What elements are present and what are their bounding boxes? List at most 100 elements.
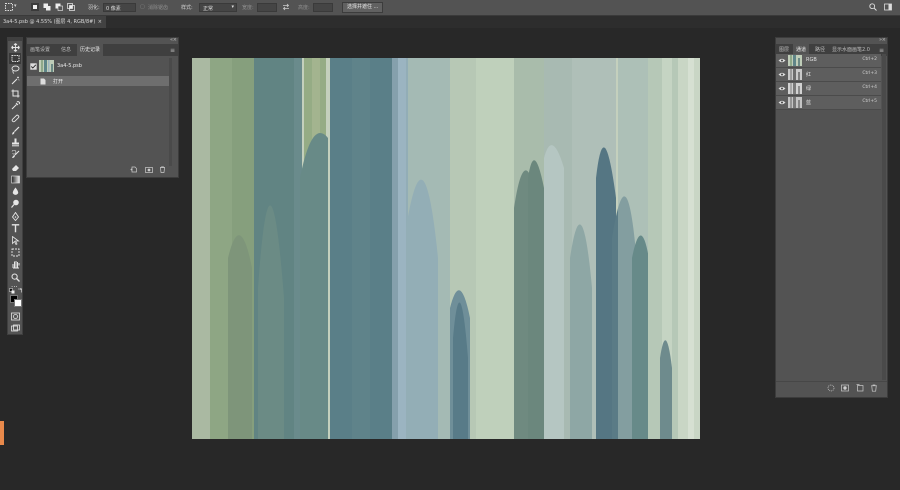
channel-row-rgb[interactable]: RGB Ctrl+2 — [776, 54, 881, 68]
healing-brush-tool-icon[interactable] — [11, 114, 20, 123]
visibility-eye-icon[interactable] — [778, 85, 786, 92]
new-selection-icon[interactable] — [31, 3, 39, 11]
channel-name: RGB — [806, 57, 817, 63]
clone-stamp-tool-icon[interactable] — [11, 138, 20, 147]
visibility-eye-icon[interactable] — [778, 71, 786, 78]
channel-name: 绿 — [806, 86, 812, 92]
intersect-selection-icon[interactable] — [67, 3, 75, 11]
swap-colors-icon[interactable] — [17, 288, 23, 294]
close-icon[interactable]: × — [98, 16, 102, 28]
trash-icon[interactable] — [159, 166, 166, 173]
pen-tool-icon[interactable] — [11, 212, 20, 221]
search-icon[interactable] — [869, 3, 877, 11]
height-label: 高度: — [298, 5, 310, 11]
camera-icon[interactable] — [145, 166, 153, 173]
select-and-mask-button[interactable]: 选择并遮住 ... — [342, 2, 384, 13]
channel-row-red[interactable]: 红 Ctrl+3 — [776, 68, 881, 82]
channel-row-blue[interactable]: 蓝 Ctrl+5 — [776, 96, 881, 110]
history-brush-tool-icon[interactable] — [11, 150, 20, 159]
visibility-eye-icon[interactable] — [778, 99, 786, 106]
tab-info[interactable]: 信息 — [58, 44, 74, 56]
tab-history[interactable]: 历史记录 — [77, 44, 104, 56]
style-select[interactable]: 正常 ▾ — [199, 3, 237, 12]
channels-panel: » × 图层 通道 路径 显示水面画笔2.0 ≡ RGB Ctrl+2 红 Ct… — [775, 37, 888, 398]
chevron-down-icon: ▾ — [231, 4, 234, 10]
marquee-tool-icon[interactable] — [11, 54, 20, 63]
eraser-tool-icon[interactable] — [11, 163, 20, 172]
channel-name: 红 — [806, 72, 812, 78]
toolbar-grip[interactable] — [8, 38, 22, 41]
channel-shortcut: Ctrl+2 — [862, 57, 877, 62]
chevron-down-icon[interactable]: ▾ — [14, 3, 17, 9]
history-snapshot-row[interactable]: 3a4-5.psb — [27, 58, 171, 75]
close-icon[interactable]: × — [882, 37, 886, 43]
shape-tool-icon[interactable] — [11, 248, 20, 257]
channel-thumbnail — [788, 83, 802, 94]
height-input[interactable] — [313, 3, 333, 12]
antialias-label: 消除锯齿 — [148, 5, 169, 11]
toolbar: ··· — [7, 37, 23, 335]
magic-wand-tool-icon[interactable] — [11, 76, 20, 85]
tab-brush-settings[interactable]: 画笔设置 — [27, 44, 53, 56]
load-channel-selection-icon[interactable] — [827, 384, 835, 392]
brush-tool-icon[interactable] — [11, 126, 20, 135]
blur-tool-icon[interactable] — [11, 187, 20, 196]
workspace-icon[interactable] — [884, 3, 892, 11]
history-panel: « × 画笔设置 信息 历史记录 ≡ 3a4-5.psb 打开 — [26, 37, 179, 178]
default-colors-icon[interactable] — [9, 288, 16, 294]
save-selection-channel-icon[interactable] — [841, 384, 849, 392]
feather-label: 羽化: — [88, 5, 100, 11]
visibility-eye-icon[interactable] — [778, 57, 786, 64]
path-selection-tool-icon[interactable] — [11, 236, 20, 245]
document-tab-bar: 3a4-5.psb @ 4.55% (图层 4, RGB/8#) × — [0, 16, 900, 28]
accent-tab — [0, 421, 4, 445]
subtract-selection-icon[interactable] — [55, 3, 63, 11]
swap-icon[interactable] — [282, 3, 290, 11]
crop-tool-icon[interactable] — [11, 89, 20, 98]
lasso-tool-icon[interactable] — [11, 65, 20, 74]
scrollbar[interactable] — [169, 58, 172, 166]
panel-menu-icon[interactable]: ≡ — [170, 47, 175, 54]
width-label: 宽度: — [242, 5, 254, 11]
panel-menu-icon[interactable]: ≡ — [879, 47, 884, 54]
add-selection-icon[interactable] — [43, 3, 51, 11]
style-label: 样式: — [181, 5, 193, 11]
channel-name: 蓝 — [806, 100, 812, 106]
channel-shortcut: Ctrl+5 — [862, 99, 877, 104]
scrollbar[interactable] — [882, 54, 886, 380]
screen-mode-icon[interactable] — [11, 324, 20, 333]
document-title: 3a4-5.psb @ 4.55% (图层 4, RGB/8#) — [3, 19, 96, 25]
snapshot-name: 3a4-5.psb — [57, 63, 82, 69]
eyedropper-tool-icon[interactable] — [11, 101, 20, 110]
new-document-from-state-icon[interactable] — [130, 166, 138, 173]
hand-tool-icon[interactable] — [11, 260, 20, 269]
dodge-tool-icon[interactable] — [11, 199, 20, 208]
document-icon — [40, 78, 46, 85]
antialias-checkbox[interactable]: ▢ — [140, 4, 145, 10]
feather-input[interactable]: 0 像素 — [103, 3, 136, 12]
channel-row-green[interactable]: 绿 Ctrl+4 — [776, 82, 881, 96]
zoom-tool-icon[interactable] — [11, 273, 20, 282]
channel-thumbnail — [788, 69, 802, 80]
channel-shortcut: Ctrl+4 — [862, 85, 877, 90]
background-color-swatch[interactable] — [14, 299, 22, 307]
new-channel-icon[interactable] — [856, 384, 864, 392]
history-step-label: 打开 — [53, 79, 64, 85]
channel-shortcut: Ctrl+3 — [862, 71, 877, 76]
document-tab[interactable]: 3a4-5.psb @ 4.55% (图层 4, RGB/8#) × — [0, 16, 106, 28]
width-input[interactable] — [257, 3, 277, 12]
marquee-preset-icon[interactable] — [5, 3, 13, 11]
close-icon[interactable]: × — [173, 37, 177, 43]
history-source-checkbox-icon[interactable] — [30, 63, 37, 70]
channel-thumbnail — [788, 97, 802, 108]
divider — [776, 381, 887, 382]
quick-mask-icon[interactable] — [11, 312, 20, 321]
snapshot-thumbnail — [39, 60, 54, 72]
gradient-tool-icon[interactable] — [11, 175, 20, 184]
type-tool-icon[interactable] — [11, 224, 20, 233]
trash-icon[interactable] — [870, 384, 878, 392]
document-canvas[interactable] — [192, 58, 700, 439]
move-tool-icon[interactable] — [11, 43, 20, 52]
history-panel-tabs: 画笔设置 信息 历史记录 ≡ — [27, 44, 178, 56]
history-step-row[interactable]: 打开 — [27, 76, 171, 86]
